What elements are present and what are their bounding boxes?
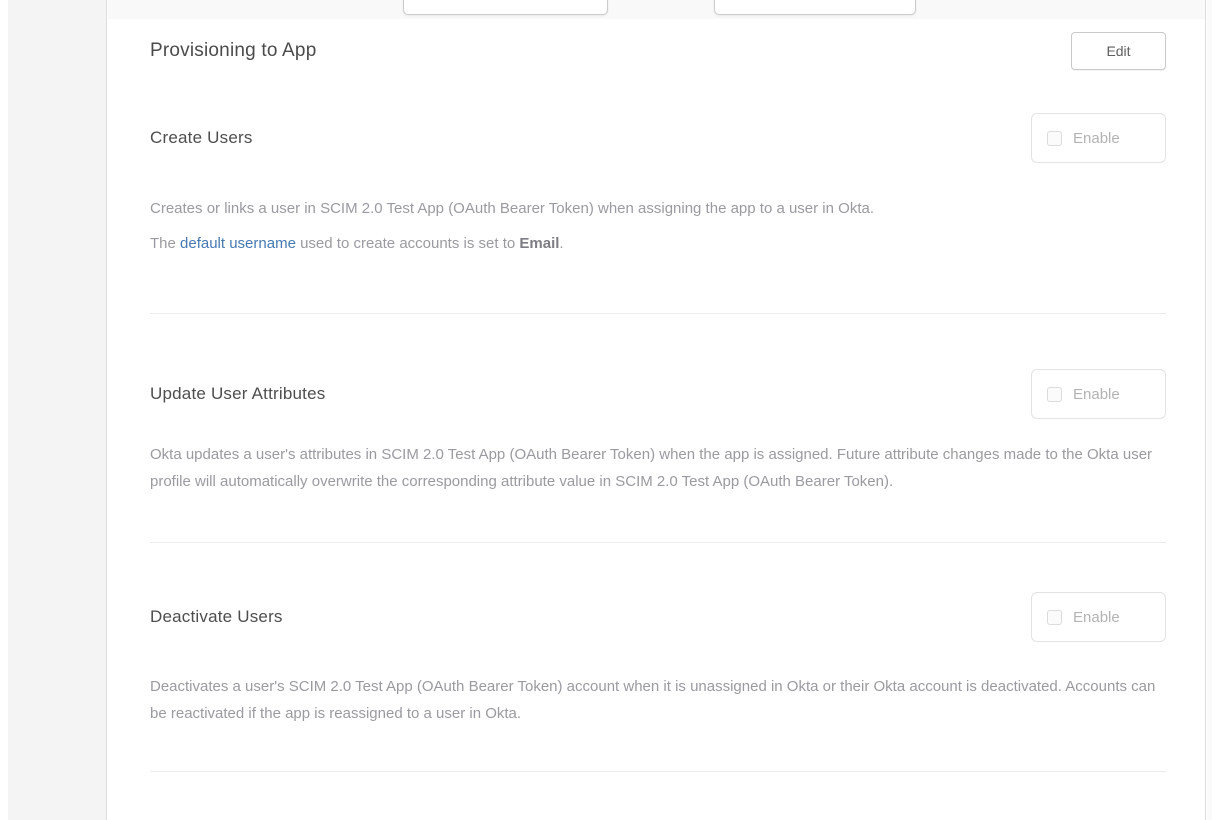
default-username-note: The default username used to create acco… [150, 233, 1166, 255]
note-middle: used to create accounts is set to [296, 235, 519, 252]
truncated-input-right[interactable] [714, 0, 916, 15]
page-right-gutter [1207, 0, 1212, 820]
section-header-create-users: Create Users Enable [150, 113, 1166, 163]
enable-label: Enable [1073, 130, 1120, 147]
section-header-deactivate-users: Deactivate Users Enable [150, 592, 1166, 642]
section-title: Update User Attributes [150, 384, 325, 404]
enable-toggle-deactivate-users[interactable]: Enable [1031, 592, 1166, 642]
main-content-panel: Provisioning to App Edit Create Users En… [108, 0, 1206, 820]
enable-label: Enable [1073, 609, 1120, 626]
page-title: Provisioning to App [150, 40, 316, 62]
section-title: Deactivate Users [150, 607, 283, 627]
truncated-form-row [108, 0, 1205, 19]
truncated-input-left[interactable] [403, 0, 608, 15]
section-description: Creates or links a user in SCIM 2.0 Test… [150, 198, 1162, 220]
section-divider [150, 542, 1166, 543]
section-description: Deactivates a user's SCIM 2.0 Test App (… [150, 673, 1162, 727]
section-title: Create Users [150, 128, 253, 148]
enable-toggle-create-users[interactable]: Enable [1031, 113, 1166, 163]
note-suffix: . [559, 235, 563, 252]
enable-toggle-update-user-attributes[interactable]: Enable [1031, 369, 1166, 419]
section-divider [150, 313, 1166, 314]
note-bold-value: Email [519, 235, 559, 252]
left-sidebar-panel [8, 0, 107, 820]
provisioning-header: Provisioning to App Edit [150, 32, 1166, 70]
page-left-gutter [0, 0, 8, 820]
enable-checkbox[interactable] [1047, 131, 1062, 146]
enable-checkbox[interactable] [1047, 610, 1062, 625]
section-header-update-user-attributes: Update User Attributes Enable [150, 369, 1166, 419]
enable-label: Enable [1073, 386, 1120, 403]
note-prefix: The [150, 235, 180, 252]
default-username-link[interactable]: default username [180, 235, 296, 252]
section-description: Okta updates a user's attributes in SCIM… [150, 441, 1162, 495]
edit-button[interactable]: Edit [1071, 32, 1166, 70]
section-divider [150, 771, 1166, 772]
enable-checkbox[interactable] [1047, 387, 1062, 402]
